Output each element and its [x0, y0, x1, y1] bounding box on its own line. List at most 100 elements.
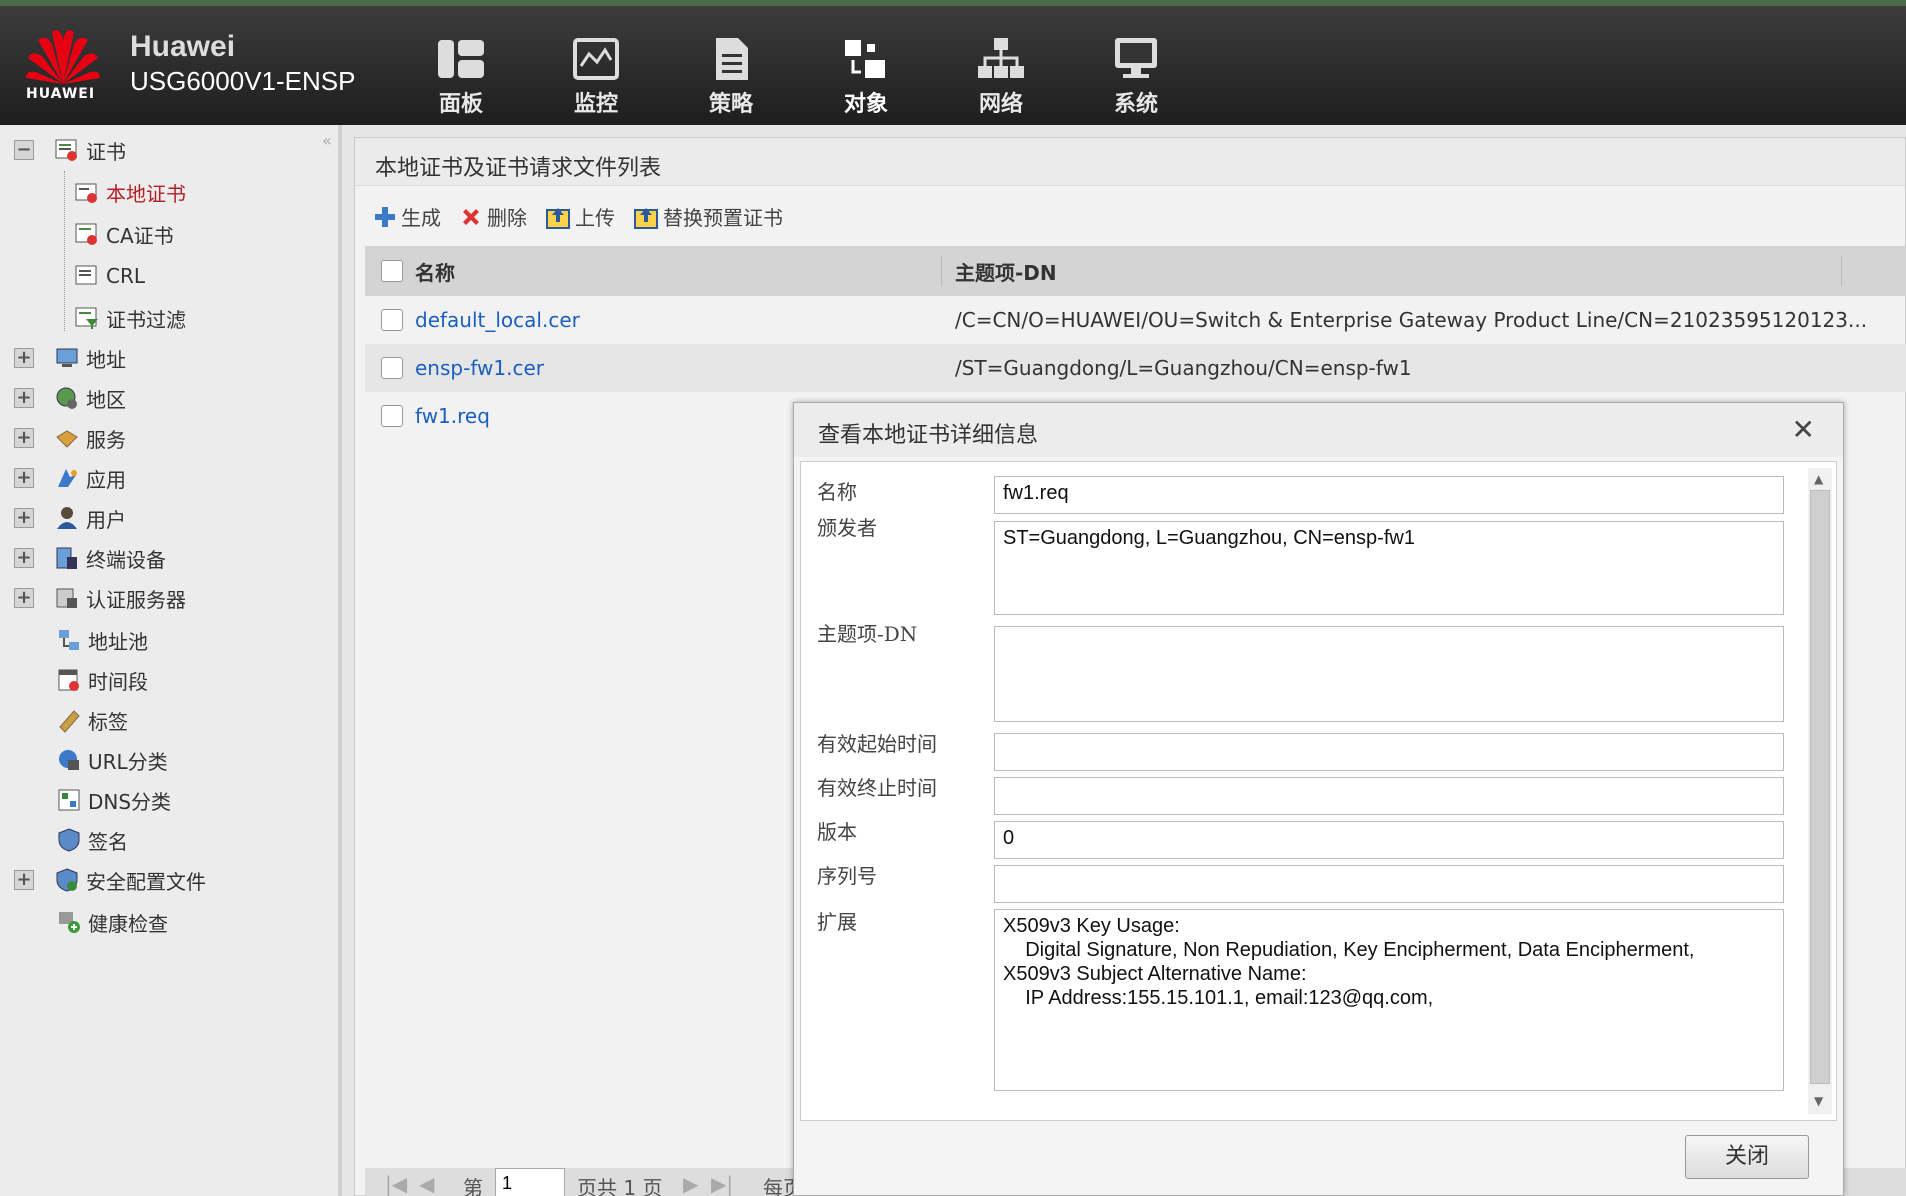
- sidebar-item-certificate-filter[interactable]: 证书过滤: [74, 301, 186, 335]
- name-label: 名称: [817, 480, 857, 504]
- nav-object[interactable]: 对象: [821, 36, 911, 118]
- upload-icon: [546, 207, 570, 229]
- row-checkbox[interactable]: [381, 405, 403, 427]
- object-icon: [845, 40, 885, 78]
- certificate-name-link[interactable]: fw1.req: [415, 404, 490, 428]
- close-button[interactable]: 关闭: [1685, 1135, 1809, 1179]
- page-title: 本地证书及证书请求文件列表: [375, 156, 662, 181]
- certificate-name-link[interactable]: ensp-fw1.cer: [415, 356, 544, 380]
- brand: Huawei USG6000V1-ENSP: [130, 30, 355, 97]
- scroll-down-icon[interactable]: ▼: [1814, 1094, 1823, 1108]
- sidebar-item-signature[interactable]: 签名: [56, 823, 128, 857]
- scroll-thumb[interactable]: [1810, 490, 1830, 1084]
- sidebar-item-user[interactable]: + 用户: [14, 501, 126, 535]
- scroll-up-icon[interactable]: ▲: [1814, 472, 1823, 486]
- select-all-checkbox[interactable]: [381, 260, 403, 282]
- network-icon: [978, 38, 1024, 78]
- expand-toggle-icon[interactable]: +: [14, 388, 34, 408]
- issuer-field[interactable]: ST=Guangdong, L=Guangzhou, CN=ensp-fw1: [994, 521, 1784, 615]
- collapse-toggle-icon[interactable]: −: [14, 140, 34, 160]
- first-page-icon[interactable]: |◀: [385, 1172, 407, 1196]
- subject-dn-field[interactable]: [994, 626, 1784, 722]
- sidebar-item-region[interactable]: + 地区: [14, 381, 126, 415]
- dns-category-icon: [58, 789, 80, 811]
- sidebar-item-service[interactable]: + 服务: [14, 421, 126, 455]
- ca-certificate-icon: [75, 223, 97, 245]
- generate-button[interactable]: 生成: [373, 202, 441, 231]
- nav-label: 系统: [1113, 92, 1158, 117]
- sidebar-item-address[interactable]: + 地址: [14, 341, 126, 375]
- sidebar-item-auth-server[interactable]: + 认证服务器: [14, 581, 186, 615]
- version-field[interactable]: 0: [994, 821, 1784, 859]
- valid-to-label: 有效终止时间: [817, 776, 937, 800]
- delete-button[interactable]: 删除: [459, 202, 527, 231]
- terminal-device-icon: [56, 547, 77, 569]
- expand-toggle-icon[interactable]: +: [14, 508, 34, 528]
- nav-dashboard[interactable]: 面板: [416, 36, 506, 118]
- monitor-icon: [573, 38, 619, 80]
- last-page-icon[interactable]: ▶|: [711, 1172, 733, 1196]
- table-row[interactable]: default_local.cer /C=CN/O=HUAWEI/OU=Swit…: [365, 296, 1906, 344]
- serial-number-field[interactable]: [994, 865, 1784, 903]
- subject-dn-label: 主题项-DN: [817, 622, 918, 646]
- collapse-sidebar-icon[interactable]: «: [322, 131, 332, 150]
- table-row[interactable]: ensp-fw1.cer /ST=Guangdong/L=Guangzhou/C…: [365, 344, 1906, 392]
- nav-policy[interactable]: 策略: [686, 36, 776, 118]
- expand-toggle-icon[interactable]: +: [14, 548, 34, 568]
- next-page-icon[interactable]: ▶: [683, 1172, 698, 1196]
- expand-toggle-icon[interactable]: +: [14, 870, 34, 890]
- policy-icon: [716, 38, 748, 80]
- name-field[interactable]: fw1.req: [994, 476, 1784, 514]
- valid-to-field[interactable]: [994, 777, 1784, 815]
- sidebar-item-health-check[interactable]: 健康检查: [56, 905, 168, 939]
- expand-toggle-icon[interactable]: +: [14, 348, 34, 368]
- nav-label: 面板: [438, 92, 483, 117]
- sidebar-item-crl[interactable]: CRL: [74, 259, 145, 293]
- nav-label: 策略: [708, 92, 753, 117]
- certificate-detail-dialog: 查看本地证书详细信息 ✕ 名称 fw1.req 颁发者 ST=Guangdong…: [793, 402, 1844, 1196]
- logo-text: HUAWEI: [26, 86, 96, 102]
- replace-preset-certificate-button[interactable]: 替换预置证书: [633, 202, 783, 231]
- nav-monitor[interactable]: 监控: [551, 36, 641, 118]
- sidebar-item-security-profile[interactable]: + 安全配置文件: [14, 863, 206, 897]
- close-icon[interactable]: ✕: [1792, 413, 1815, 446]
- column-header-name: 名称: [415, 260, 455, 285]
- table-header: 名称 主题项-DN: [365, 246, 1906, 296]
- address-pool-icon: [59, 630, 79, 650]
- sidebar-item-time-range[interactable]: 时间段: [56, 663, 148, 697]
- sidebar-item-application[interactable]: + 应用: [14, 461, 126, 495]
- expand-toggle-icon[interactable]: +: [14, 588, 34, 608]
- page-number-input[interactable]: [495, 1168, 565, 1196]
- delete-x-icon: [463, 208, 479, 225]
- sidebar-item-terminal-device[interactable]: + 终端设备: [14, 541, 166, 575]
- row-checkbox[interactable]: [381, 357, 403, 379]
- calendar-icon: [58, 669, 79, 691]
- page-total: 页共 1 页: [577, 1176, 663, 1196]
- row-checkbox[interactable]: [381, 309, 403, 331]
- dialog-scrollbar[interactable]: ▲ ▼: [1808, 468, 1832, 1114]
- expand-toggle-icon[interactable]: +: [14, 428, 34, 448]
- valid-from-field[interactable]: [994, 733, 1784, 771]
- sidebar-item-url-category[interactable]: URL分类: [56, 743, 168, 777]
- sidebar-item-ca-certificate[interactable]: CA证书: [74, 217, 174, 251]
- dashboard-icon: [438, 40, 484, 78]
- plus-icon: [375, 206, 395, 227]
- sidebar-item-certificate[interactable]: − 证书: [14, 133, 126, 167]
- certificate-filter-icon: [75, 307, 98, 329]
- nav-system[interactable]: 系统: [1091, 36, 1181, 118]
- certificate-icon: [55, 139, 77, 161]
- sidebar-item-tag[interactable]: 标签: [56, 703, 128, 737]
- certificate-name-link[interactable]: default_local.cer: [415, 308, 580, 332]
- extensions-field[interactable]: X509v3 Key Usage: Digital Signature, Non…: [994, 909, 1784, 1091]
- expand-toggle-icon[interactable]: +: [14, 468, 34, 488]
- nav-network[interactable]: 网络: [956, 36, 1046, 118]
- prev-page-icon[interactable]: ◀: [419, 1172, 434, 1196]
- version-label: 版本: [817, 820, 857, 844]
- sidebar-item-address-pool[interactable]: 地址池: [56, 623, 148, 657]
- upload-button[interactable]: 上传: [545, 202, 615, 231]
- nav-label: 监控: [573, 92, 618, 117]
- sidebar-item-local-certificate[interactable]: 本地证书: [74, 175, 186, 209]
- nav-label: 对象: [843, 92, 888, 117]
- security-profile-icon: [56, 868, 78, 892]
- sidebar-item-dns-category[interactable]: DNS分类: [56, 783, 171, 817]
